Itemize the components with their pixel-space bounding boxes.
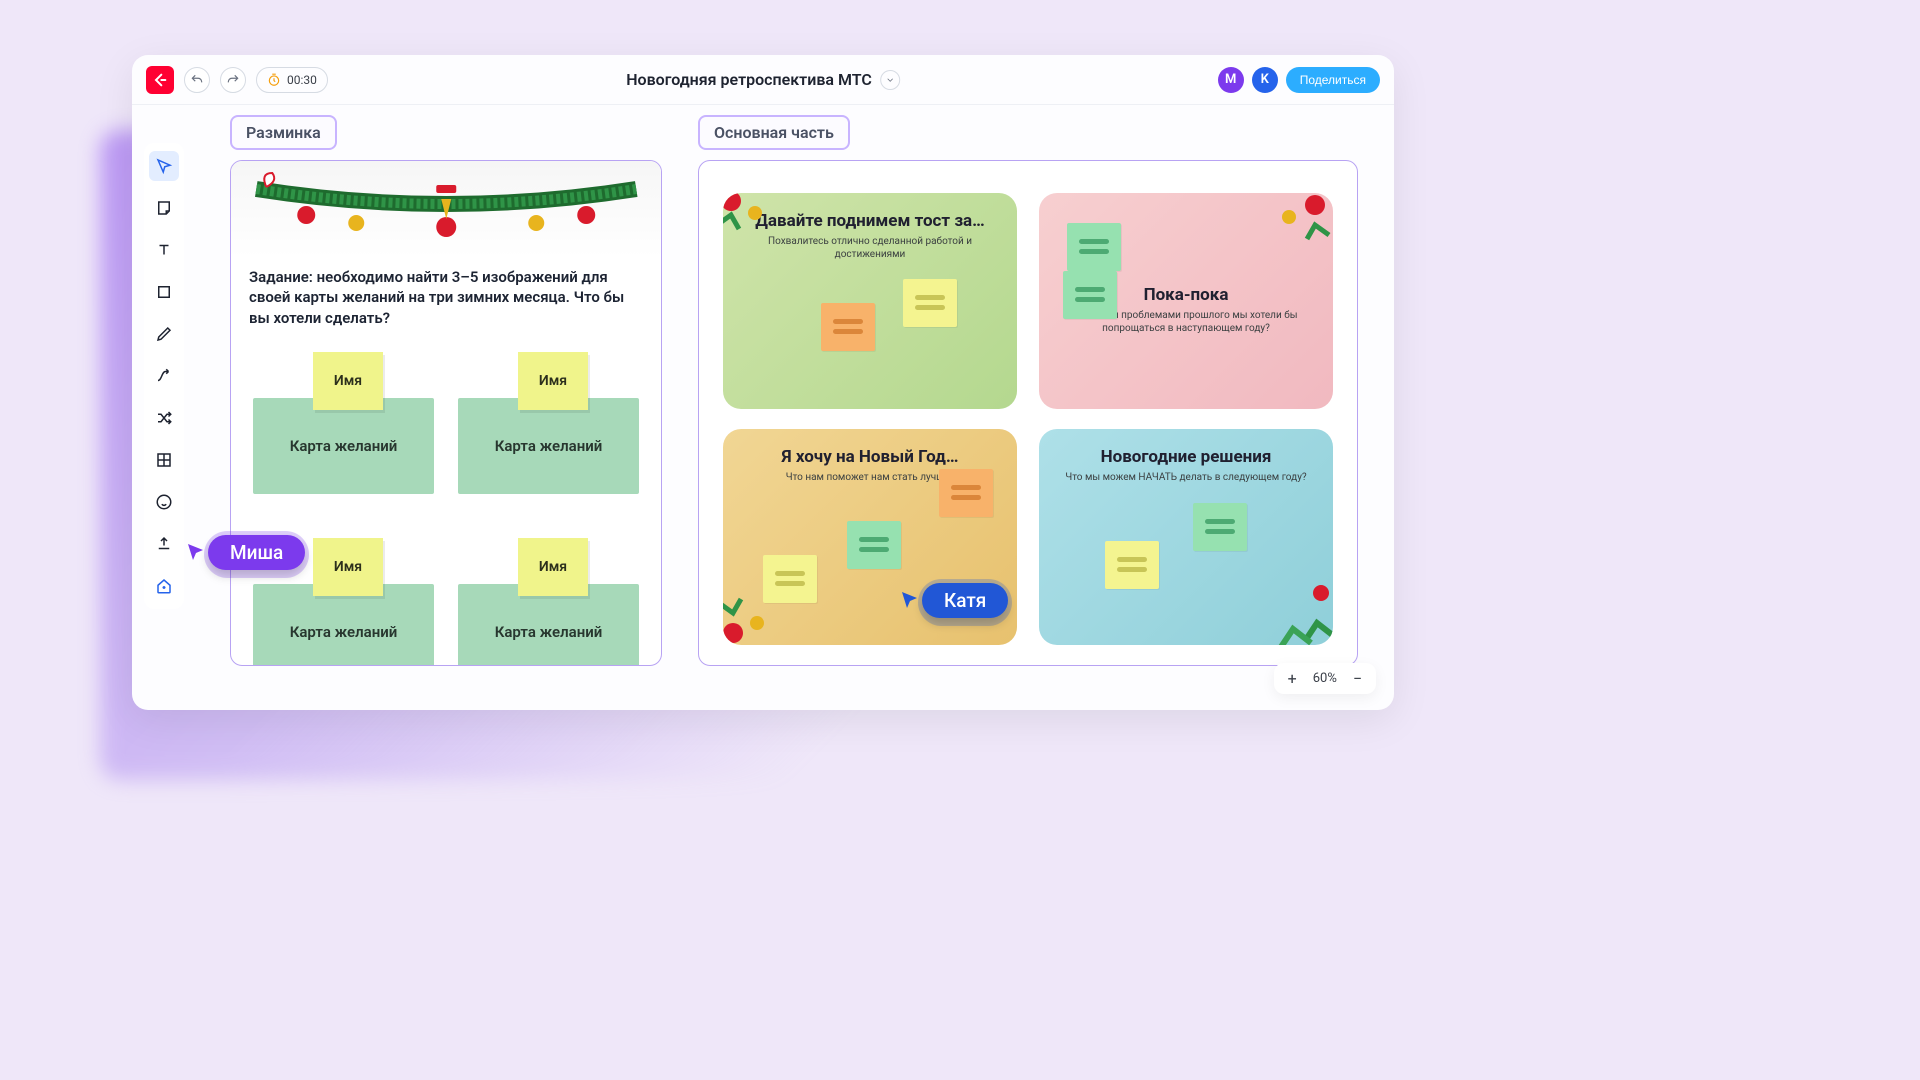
name-sticky-1[interactable]: Имя — [313, 352, 383, 410]
name-sticky-4[interactable]: Имя — [518, 538, 588, 596]
name-sticky-2[interactable]: Имя — [518, 352, 588, 410]
timer-icon — [267, 73, 281, 87]
warmup-task-text: Задание: необходимо найти 3–5 изображени… — [231, 257, 661, 334]
zoom-out-button[interactable]: − — [1353, 669, 1362, 688]
tool-select[interactable] — [149, 151, 179, 181]
tool-upload[interactable] — [149, 529, 179, 559]
zoom-in-button[interactable]: + — [1288, 669, 1297, 688]
garland-decoration — [231, 161, 661, 257]
title-dropdown-icon[interactable] — [880, 70, 900, 90]
cursor-katya-label: Катя — [922, 583, 1008, 618]
wish-cell-2[interactable]: Карта желаний Имя — [458, 352, 639, 512]
wish-card-1[interactable]: Карта желаний — [253, 398, 434, 494]
frame-warmup-body: Задание: необходимо найти 3–5 изображени… — [230, 160, 662, 666]
share-button[interactable]: Поделиться — [1286, 67, 1380, 93]
wish-card-4[interactable]: Карта желаний — [458, 584, 639, 666]
app-body: Разминка Зада — [132, 105, 1394, 710]
sticky-note[interactable] — [763, 555, 817, 603]
name-sticky-3[interactable]: Имя — [313, 538, 383, 596]
wish-cell-1[interactable]: Карта желаний Имя — [253, 352, 434, 512]
avatar-m[interactable]: M — [1218, 67, 1244, 93]
redo-button[interactable] — [220, 67, 246, 93]
page-title-group: Новогодняя ретроспектива МТС — [626, 70, 900, 90]
tool-grid[interactable] — [149, 445, 179, 475]
quad-toast[interactable]: Давайте поднимем тост за… Похвалитесь от… — [723, 193, 1017, 409]
sticky-note[interactable] — [1105, 541, 1159, 589]
timer-value: 00:30 — [287, 73, 317, 87]
wish-card-3[interactable]: Карта желаний — [253, 584, 434, 666]
quad-toast-title: Давайте поднимем тост за… — [743, 211, 997, 231]
cursor-katya: Катя — [898, 583, 1008, 618]
cursor-misha: Миша — [184, 535, 305, 570]
quad-byebye[interactable]: Пока-пока С какими проблемами прошлого м… — [1039, 193, 1333, 409]
frame-main-label[interactable]: Основная часть — [698, 115, 850, 150]
quad-wish-title: Я хочу на Новый Год… — [743, 447, 997, 467]
sticky-note[interactable] — [1193, 503, 1247, 551]
frame-warmup-label[interactable]: Разминка — [230, 115, 337, 150]
wish-cell-4[interactable]: Карта желаний Имя — [458, 538, 639, 666]
top-bar: 00:30 Новогодняя ретроспектива МТС M K П… — [132, 55, 1394, 105]
tool-connector[interactable] — [149, 361, 179, 391]
timer-pill[interactable]: 00:30 — [256, 67, 328, 93]
cursor-pointer-icon — [184, 541, 208, 565]
tool-shuffle[interactable] — [149, 403, 179, 433]
sticky-note[interactable] — [1067, 223, 1121, 271]
sticky-note[interactable] — [1063, 271, 1117, 319]
wish-card-2[interactable]: Карта желаний — [458, 398, 639, 494]
app-logo[interactable] — [146, 66, 174, 94]
frame-main-body: Давайте поднимем тост за… Похвалитесь от… — [698, 160, 1358, 666]
quad-resolutions[interactable]: Новогодние решения Что мы можем НАЧАТЬ д… — [1039, 429, 1333, 645]
cursor-pointer-icon — [898, 589, 922, 613]
quad-toast-sub: Похвалитесь отлично сделанной работой и … — [743, 235, 997, 261]
frame-warmup[interactable]: Разминка Зада — [230, 115, 662, 666]
tool-rectangle[interactable] — [149, 277, 179, 307]
quad-resolutions-title: Новогодние решения — [1059, 447, 1313, 467]
avatar-k[interactable]: K — [1252, 67, 1278, 93]
tool-sidebar — [144, 143, 184, 609]
wish-grid: Карта желаний Имя Карта желаний Имя Карт… — [231, 334, 661, 666]
tool-emoji[interactable] — [149, 487, 179, 517]
tool-pen[interactable] — [149, 319, 179, 349]
tool-sticky-note[interactable] — [149, 193, 179, 223]
zoom-level: 60% — [1313, 671, 1337, 686]
undo-button[interactable] — [184, 67, 210, 93]
sticky-note[interactable] — [903, 279, 957, 327]
zoom-control: + 60% − — [1274, 663, 1376, 694]
canvas[interactable]: Разминка Зада — [202, 115, 1376, 692]
sticky-note[interactable] — [821, 303, 875, 351]
app-window: 00:30 Новогодняя ретроспектива МТС M K П… — [132, 55, 1394, 710]
tool-text[interactable] — [149, 235, 179, 265]
tool-add-home[interactable] — [149, 571, 179, 601]
frame-main[interactable]: Основная часть Давайте поднимем тост за…… — [698, 115, 1358, 666]
sticky-note[interactable] — [939, 469, 993, 517]
quad-resolutions-sub: Что мы можем НАЧАТЬ делать в следующем г… — [1059, 471, 1313, 484]
cursor-misha-label: Миша — [208, 535, 305, 570]
page-title: Новогодняя ретроспектива МТС — [626, 70, 872, 89]
sticky-note[interactable] — [847, 521, 901, 569]
